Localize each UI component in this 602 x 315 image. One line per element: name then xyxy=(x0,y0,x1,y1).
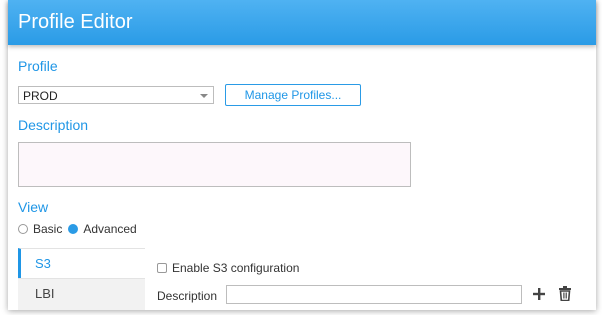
plus-icon[interactable] xyxy=(532,287,546,301)
trash-icon[interactable] xyxy=(558,286,572,301)
s3-description-label: Description xyxy=(157,289,218,303)
window-title: Profile Editor xyxy=(18,11,133,33)
description-label: Description xyxy=(18,117,89,133)
profile-label: Profile xyxy=(18,58,58,74)
description-textarea[interactable] xyxy=(18,142,411,187)
radio-basic[interactable] xyxy=(18,224,28,234)
title-bar: Profile Editor xyxy=(8,0,596,45)
enable-s3-label[interactable]: Enable S3 configuration xyxy=(172,261,299,275)
profile-editor-window: Profile Editor Profile PROD Manage Profi… xyxy=(8,0,596,310)
profile-select-value: PROD xyxy=(23,89,58,103)
radio-advanced[interactable] xyxy=(68,224,79,234)
view-label: View xyxy=(18,199,49,215)
chevron-down-icon xyxy=(200,94,208,98)
tab-s3[interactable]: S3 xyxy=(18,248,145,278)
radio-basic-label[interactable]: Basic xyxy=(33,222,62,236)
profile-select[interactable]: PROD xyxy=(18,86,214,104)
config-tabs: S3 LBI xyxy=(18,248,145,310)
enable-s3-checkbox[interactable] xyxy=(157,263,167,273)
radio-advanced-label[interactable]: Advanced xyxy=(83,222,136,236)
view-radio-group: Basic Advanced xyxy=(18,222,143,236)
manage-profiles-button[interactable]: Manage Profiles... xyxy=(225,84,361,106)
s3-description-input[interactable] xyxy=(226,285,522,304)
tab-lbi[interactable]: LBI xyxy=(18,278,145,310)
enable-s3-row: Enable S3 configuration xyxy=(157,261,299,275)
